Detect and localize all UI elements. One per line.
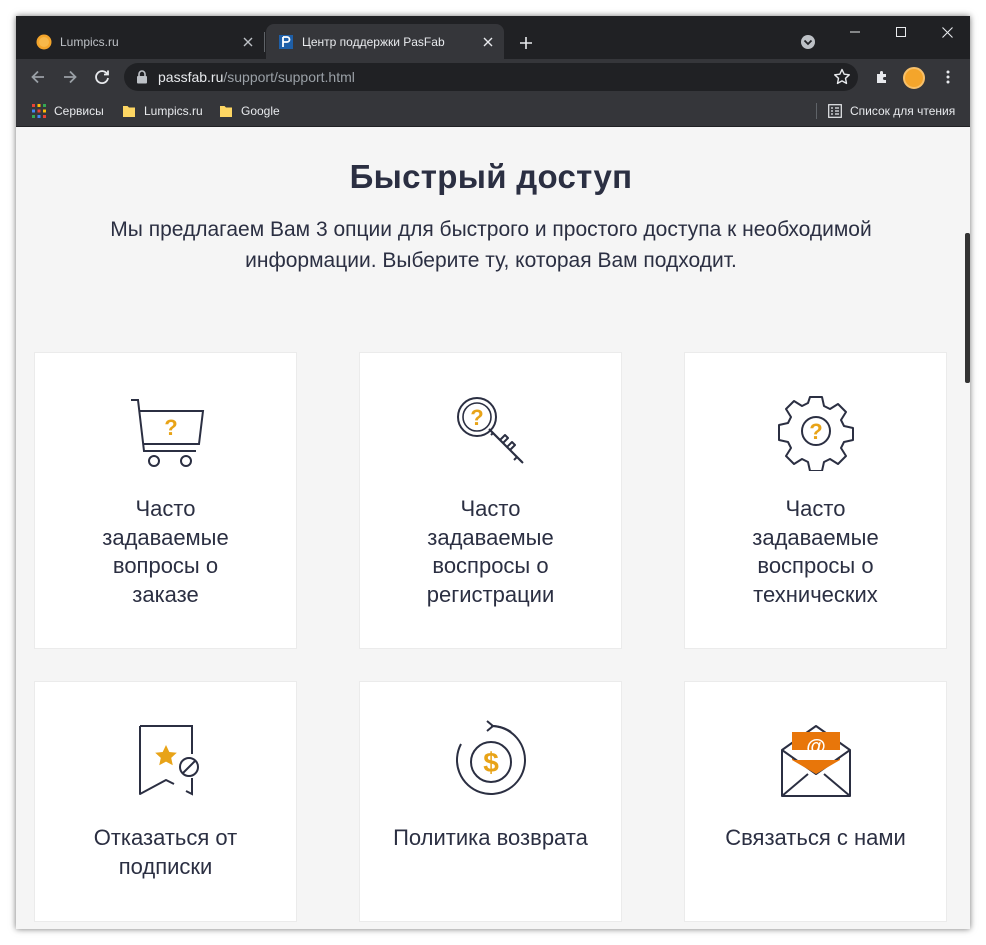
- browser-toolbar: passfab.ru/support/support.html: [16, 59, 970, 95]
- arrow-left-icon: [31, 70, 44, 84]
- svg-text:?: ?: [470, 405, 483, 430]
- card-label: Часто задаваемые воспросы о технических: [752, 496, 879, 607]
- reload-button[interactable]: [88, 63, 116, 91]
- bookmark-lumpics[interactable]: Lumpics.ru: [122, 101, 203, 121]
- tab-title: Центр поддержки PasFab: [302, 34, 445, 49]
- tab-lumpics[interactable]: Lumpics.ru: [24, 24, 264, 59]
- page-scrollbar[interactable]: [965, 233, 970, 383]
- reading-list-label: Список для чтения: [850, 104, 956, 118]
- maximize-icon: [896, 27, 906, 37]
- tab-close-icon[interactable]: [236, 30, 260, 54]
- reading-list-button[interactable]: Список для чтения: [828, 101, 955, 121]
- key-question-icon: ?: [456, 397, 524, 464]
- gear-question-icon: ?: [777, 396, 854, 471]
- card-refund-policy[interactable]: $ Политика возврата: [359, 681, 622, 922]
- close-window-button[interactable]: [924, 16, 970, 48]
- refund-dollar-icon: $: [455, 720, 526, 795]
- tab-separator: [264, 32, 265, 52]
- card-order-faq[interactable]: ? Часто задаваемые вопросы о заказе: [34, 352, 297, 649]
- kebab-menu-icon: [946, 70, 950, 84]
- lumpics-favicon-icon: [36, 34, 52, 49]
- folder-icon: [220, 106, 232, 117]
- card-label: Отказаться от подписки: [93, 825, 238, 879]
- svg-text:?: ?: [164, 415, 177, 440]
- puzzle-icon: [877, 71, 886, 83]
- extensions-button[interactable]: [868, 63, 896, 91]
- tab-pasfab-support[interactable]: Центр поддержки PasFab: [266, 24, 504, 59]
- menu-button[interactable]: [934, 63, 962, 91]
- url-path: /support/support.html: [223, 69, 355, 85]
- bookmark-label: Сервисы: [54, 104, 104, 118]
- apps-grid-icon: [32, 104, 46, 118]
- profile-avatar[interactable]: [903, 67, 925, 89]
- forward-button[interactable]: [56, 63, 84, 91]
- arrow-right-icon: [64, 70, 77, 84]
- tab-close-icon[interactable]: [476, 30, 500, 54]
- bookmarks-bar: Сервисы Lumpics.ru Google Список для чте…: [16, 95, 970, 127]
- bookmark-services[interactable]: Сервисы: [32, 101, 104, 121]
- url-text: passfab.ru/support/support.html: [158, 69, 355, 85]
- card-label: Часто задаваемые воспросы о регистрации: [426, 496, 555, 607]
- bookmark-google[interactable]: Google: [219, 101, 280, 121]
- browser-window: Lumpics.ru Центр поддержки PasFab passfa…: [16, 16, 970, 929]
- svg-text:?: ?: [809, 419, 822, 444]
- reading-list-icon: [828, 104, 842, 118]
- new-tab-button[interactable]: [512, 29, 540, 57]
- tab-strip: Lumpics.ru Центр поддержки PasFab: [16, 16, 970, 59]
- page-title: Быстрый доступ: [349, 158, 633, 195]
- cart-question-icon: ?: [130, 399, 204, 467]
- folder-icon: [123, 106, 135, 117]
- url-host: passfab.ru: [158, 69, 224, 85]
- minimize-button[interactable]: [832, 16, 878, 48]
- card-registration-faq[interactable]: ? Часто задаваемые воспросы о регистраци…: [359, 352, 622, 649]
- bookmark-star-icon[interactable]: [832, 67, 852, 87]
- card-contact-us[interactable]: @ Связаться с нами: [684, 681, 947, 922]
- svg-text:@: @: [806, 736, 826, 758]
- card-label: Связаться с нами: [725, 825, 906, 850]
- page-subtitle: Мы предлагаем Вам 3 опции для быстрого и…: [110, 218, 872, 272]
- pasfab-favicon-icon: [279, 34, 293, 49]
- email-at-icon: @: [780, 725, 851, 797]
- tab-search-chevron-icon[interactable]: [798, 32, 818, 52]
- plus-icon: [520, 37, 532, 49]
- card-technical-faq[interactable]: ? Часто задаваемые воспросы о технически…: [684, 352, 947, 649]
- lock-icon: [137, 70, 147, 84]
- bookmark-label: Google: [241, 104, 280, 118]
- bookmark-label: Lumpics.ru: [144, 104, 203, 118]
- svg-text:$: $: [483, 747, 499, 778]
- minimize-icon: [850, 31, 860, 33]
- card-label: Часто задаваемые вопросы о заказе: [102, 496, 229, 607]
- reload-icon: [95, 70, 109, 84]
- maximize-button[interactable]: [878, 16, 924, 48]
- page-content: Быстрый доступ Мы предлагаем Вам 3 опции…: [16, 128, 970, 929]
- close-icon: [941, 26, 953, 38]
- tab-title: Lumpics.ru: [60, 34, 119, 49]
- back-button[interactable]: [24, 63, 52, 91]
- card-label: Политика возврата: [393, 825, 588, 850]
- card-unsubscribe[interactable]: Отказаться от подписки: [34, 681, 297, 922]
- address-bar[interactable]: passfab.ru/support/support.html: [124, 63, 858, 91]
- bookmark-cancel-icon: [138, 725, 199, 796]
- bookmarks-separator: [816, 103, 817, 119]
